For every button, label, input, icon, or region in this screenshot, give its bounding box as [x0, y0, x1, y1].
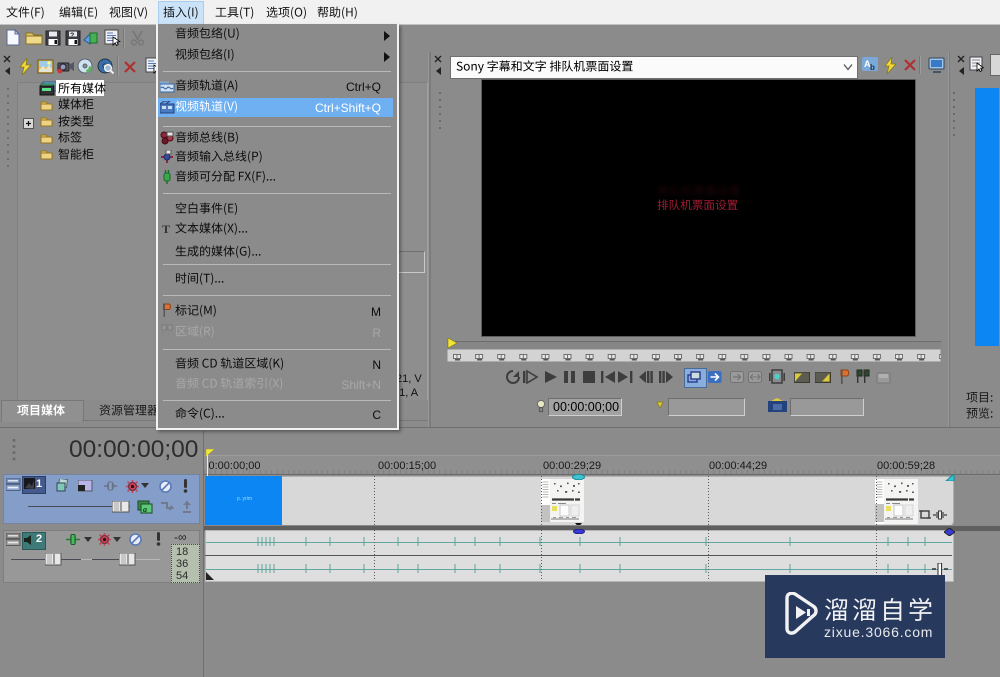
svg-text:b: b	[870, 63, 875, 72]
svg-text:a: a	[143, 505, 147, 514]
svg-text:?: ?	[70, 33, 74, 40]
svg-text:T: T	[162, 222, 170, 235]
